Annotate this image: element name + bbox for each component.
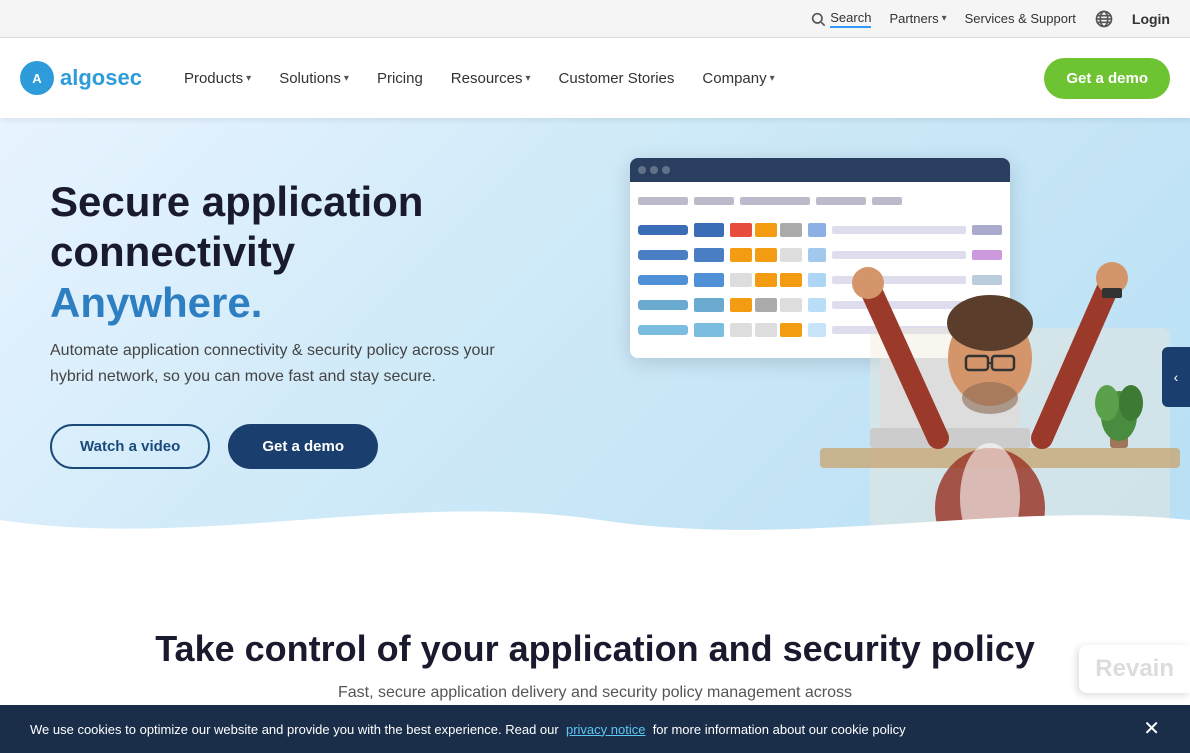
hero-buttons: Watch a video Get a demo — [50, 424, 610, 469]
hero-person-image — [670, 128, 1190, 548]
hero-section: Secure application connectivity Anywhere… — [0, 118, 1190, 548]
search-wrap[interactable]: Search — [810, 10, 871, 28]
nav-resources[interactable]: Resources ▾ — [439, 62, 543, 95]
main-nav: A algosec Products ▾ Solutions ▾ Pricing… — [0, 38, 1190, 118]
section-title: Take control of your application and sec… — [40, 628, 1150, 670]
nav-company[interactable]: Company ▾ — [690, 62, 786, 95]
watch-video-button[interactable]: Watch a video — [50, 424, 210, 469]
hero-content: Secure application connectivity Anywhere… — [50, 177, 610, 469]
services-wrap[interactable]: Services & Support — [965, 11, 1076, 26]
dash-dot-1 — [638, 166, 646, 174]
hero-wave — [0, 490, 1190, 548]
nav-pricing[interactable]: Pricing — [365, 62, 435, 95]
partners-wrap[interactable]: Partners ▾ — [889, 11, 946, 26]
section-subtitle: Fast, secure application delivery and se… — [245, 684, 945, 702]
nav-links: Products ▾ Solutions ▾ Pricing Resources… — [172, 62, 1044, 95]
cookie-privacy-link[interactable]: privacy notice — [566, 722, 645, 737]
hero-subtitle: Automate application connectivity & secu… — [50, 338, 540, 389]
services-label: Services & Support — [965, 11, 1076, 26]
top-bar: Search Partners ▾ Services & Support Log… — [0, 0, 1190, 38]
cookie-close-button[interactable]: ✕ — [1143, 719, 1160, 739]
hero-title: Secure application connectivity Anywhere… — [50, 177, 610, 328]
side-tab-arrow-icon: ‹ — [1174, 369, 1179, 385]
person-svg — [670, 128, 1190, 548]
login-link[interactable]: Login — [1132, 11, 1170, 27]
products-chevron-icon: ▾ — [246, 73, 251, 84]
hero-title-line1: Secure application connectivity — [50, 178, 423, 275]
get-demo-hero-button[interactable]: Get a demo — [228, 424, 378, 469]
nav-solutions[interactable]: Solutions ▾ — [267, 62, 361, 95]
revain-text: Revain — [1095, 655, 1174, 683]
nav-products[interactable]: Products ▾ — [172, 62, 263, 95]
side-tab[interactable]: ‹ — [1162, 347, 1190, 407]
globe-icon[interactable] — [1094, 9, 1114, 29]
revain-overlay: Revain — [1079, 645, 1190, 693]
company-chevron-icon: ▾ — [770, 73, 775, 84]
partners-label: Partners — [889, 11, 938, 26]
logo-icon: A — [20, 61, 54, 95]
logo[interactable]: A algosec — [20, 61, 142, 95]
cookie-bar: We use cookies to optimize our website a… — [0, 705, 1190, 753]
nav-customer-stories[interactable]: Customer Stories — [547, 62, 687, 95]
svg-text:A: A — [32, 71, 42, 86]
solutions-chevron-icon: ▾ — [344, 73, 349, 84]
logo-text: algosec — [60, 65, 142, 91]
dash-dot-3 — [662, 166, 670, 174]
get-demo-nav-button[interactable]: Get a demo — [1044, 58, 1170, 99]
search-label[interactable]: Search — [830, 10, 871, 28]
dash-dot-2 — [650, 166, 658, 174]
hero-title-line2: Anywhere. — [50, 279, 262, 326]
partners-chevron-icon: ▾ — [942, 13, 947, 24]
cookie-text: We use cookies to optimize our website a… — [30, 722, 906, 737]
resources-chevron-icon: ▾ — [526, 73, 531, 84]
search-icon — [810, 11, 826, 27]
